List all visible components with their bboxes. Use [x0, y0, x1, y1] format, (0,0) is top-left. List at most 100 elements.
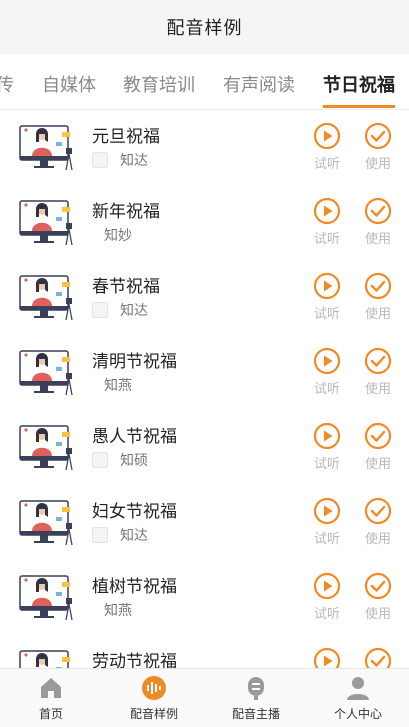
- play-icon: [313, 422, 341, 450]
- host-thumbnail-icon: [16, 270, 76, 324]
- listen-button[interactable]: 试听: [310, 272, 344, 322]
- person-icon: [347, 677, 369, 700]
- voice-info: 知妙: [104, 225, 132, 245]
- sample-row[interactable]: 新年祝福知妙 试听 使用: [0, 185, 409, 260]
- nav-anchors[interactable]: 配音主播: [216, 675, 296, 722]
- play-icon: [313, 572, 341, 600]
- use-label: 使用: [364, 382, 391, 397]
- voice-info: 知硕: [92, 450, 148, 470]
- use-button[interactable]: 使用: [361, 497, 395, 547]
- use-button[interactable]: 使用: [361, 272, 395, 322]
- sample-row[interactable]: 植树节祝福知燕 试听 使用: [0, 560, 409, 635]
- voice-name: 知达: [120, 153, 148, 169]
- use-button[interactable]: 使用: [361, 647, 395, 668]
- voice-name: 知妙: [104, 228, 132, 244]
- play-icon: [313, 647, 341, 668]
- check-circle-icon: [364, 497, 392, 525]
- tab-festival[interactable]: 节日祝福: [323, 71, 395, 97]
- sample-row[interactable]: 清明节祝福知燕 试听 使用: [0, 335, 409, 410]
- select-checkbox[interactable]: [92, 452, 108, 468]
- check-circle-icon: [364, 272, 392, 300]
- active-tab-indicator: [323, 105, 395, 108]
- listen-label: 试听: [313, 232, 340, 247]
- use-label: 使用: [364, 157, 391, 172]
- nav-samples[interactable]: 配音样例: [114, 675, 194, 722]
- voice-name: 知燕: [104, 603, 132, 619]
- listen-button[interactable]: 试听: [310, 647, 344, 668]
- tab-self-media[interactable]: 自媒体: [42, 71, 96, 97]
- listen-label: 试听: [313, 532, 340, 547]
- tab-education[interactable]: 教育培训: [123, 71, 195, 97]
- play-icon: [313, 347, 341, 375]
- voice-info: 知达: [92, 525, 148, 545]
- voice-name: 知燕: [104, 378, 132, 394]
- listen-button[interactable]: 试听: [310, 197, 344, 247]
- sample-row[interactable]: 春节祝福 知达 试听 使用: [0, 260, 409, 335]
- sample-title: 元旦祝福: [92, 127, 160, 147]
- nav-home[interactable]: 首页: [11, 675, 91, 722]
- tab-partial[interactable]: 传: [0, 71, 14, 97]
- play-icon: [313, 272, 341, 300]
- bottom-nav: 首页 配音样例 配音主播 个人中心: [0, 668, 409, 727]
- sample-row[interactable]: 元旦祝福知达 试听 使用: [0, 110, 409, 185]
- play-icon: [313, 497, 341, 525]
- sample-title: 清明节祝福: [92, 352, 177, 372]
- voice-info: 知燕: [104, 375, 132, 395]
- listen-button[interactable]: 试听: [310, 422, 344, 472]
- sample-title: 劳动节祝福: [92, 652, 177, 668]
- listen-button[interactable]: 试听: [310, 497, 344, 547]
- listen-label: 试听: [313, 457, 340, 472]
- use-label: 使用: [364, 532, 391, 547]
- sample-title: 愚人节祝福: [92, 427, 177, 447]
- use-button[interactable]: 使用: [361, 422, 395, 472]
- use-button[interactable]: 使用: [361, 347, 395, 397]
- play-icon: [313, 197, 341, 225]
- home-icon: [41, 678, 61, 698]
- use-button[interactable]: 使用: [361, 122, 395, 172]
- select-checkbox[interactable]: [92, 302, 108, 318]
- waveform-icon: [142, 676, 166, 700]
- check-circle-icon: [364, 122, 392, 150]
- listen-button[interactable]: 试听: [310, 572, 344, 622]
- use-button[interactable]: 使用: [361, 572, 395, 622]
- check-circle-icon: [364, 347, 392, 375]
- anchor-icon: [248, 677, 264, 700]
- voice-name: 知达: [120, 528, 148, 544]
- host-thumbnail-icon: [16, 120, 76, 174]
- tab-audiobook[interactable]: 有声阅读: [223, 71, 295, 97]
- title-bar: 配音样例: [0, 0, 409, 54]
- nav-profile[interactable]: 个人中心: [318, 675, 398, 722]
- nav-samples-label: 配音样例: [129, 707, 178, 721]
- use-button[interactable]: 使用: [361, 197, 395, 247]
- nav-home-label: 首页: [38, 707, 63, 721]
- select-checkbox[interactable]: [92, 152, 108, 168]
- host-thumbnail-icon: [16, 645, 76, 668]
- use-label: 使用: [364, 307, 391, 322]
- voice-name: 知硕: [120, 453, 148, 469]
- sample-row[interactable]: 愚人节祝福知硕 试听 使用: [0, 410, 409, 485]
- listen-button[interactable]: 试听: [310, 347, 344, 397]
- host-thumbnail-icon: [16, 495, 76, 549]
- sample-title: 春节祝福: [92, 277, 160, 297]
- voice-info: 知燕: [104, 600, 132, 620]
- page-title: 配音样例: [166, 18, 243, 39]
- check-circle-icon: [364, 572, 392, 600]
- select-checkbox[interactable]: [92, 527, 108, 543]
- sample-row[interactable]: 妇女节祝福 知达 试听 使用: [0, 485, 409, 560]
- listen-label: 试听: [313, 307, 340, 322]
- listen-label: 试听: [313, 382, 340, 397]
- listen-button[interactable]: 试听: [310, 122, 344, 172]
- sample-title: 新年祝福: [92, 202, 160, 222]
- use-label: 使用: [364, 232, 391, 247]
- use-label: 使用: [364, 457, 391, 472]
- check-circle-icon: [364, 197, 392, 225]
- sample-title: 植树节祝福: [92, 577, 177, 597]
- sample-row[interactable]: 劳动节祝福 试听使用: [0, 635, 409, 668]
- host-thumbnail-icon: [16, 345, 76, 399]
- host-thumbnail-icon: [16, 195, 76, 249]
- use-label: 使用: [364, 607, 391, 622]
- listen-label: 试听: [313, 157, 340, 172]
- voice-info: 知达: [92, 150, 148, 170]
- category-tabs: 传 自媒体 教育培训 有声阅读 节日祝福: [0, 54, 409, 110]
- listen-label: 试听: [313, 607, 340, 622]
